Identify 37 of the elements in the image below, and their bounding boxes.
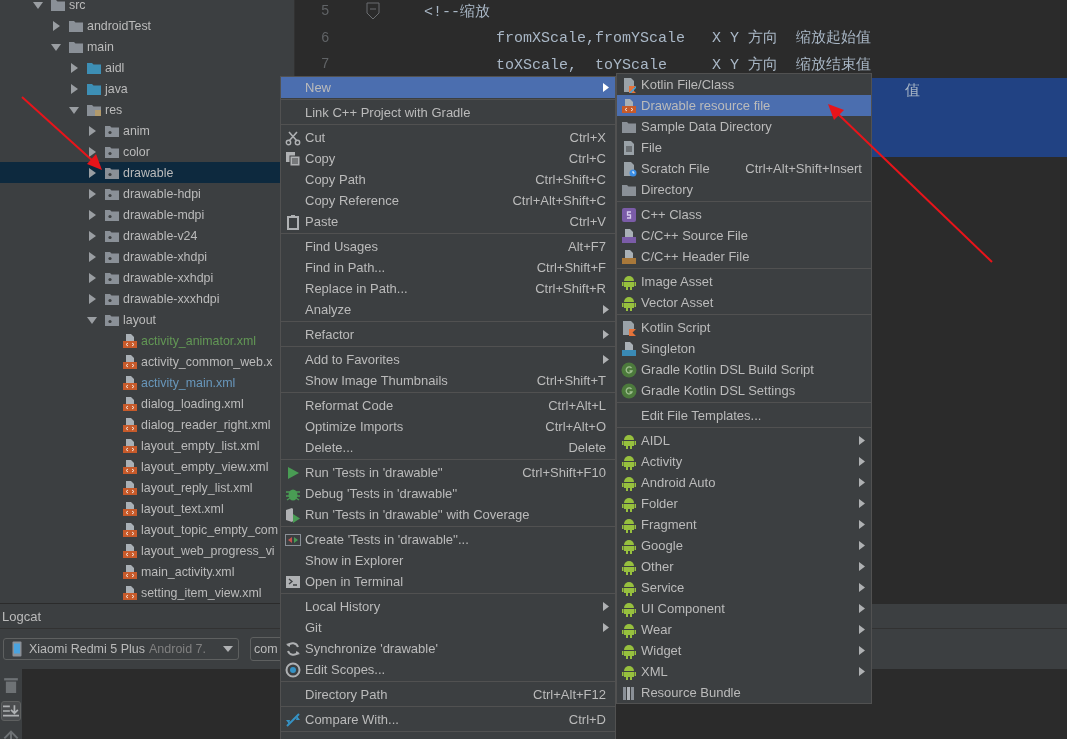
panel-title: Logcat xyxy=(2,608,42,624)
shortcut-label: Ctrl+Shift+R xyxy=(535,281,606,296)
line-number: 5 xyxy=(321,3,331,20)
shortcut-label: Ctrl+Shift+F xyxy=(536,260,606,275)
file-name: layout_empty_list.xml xyxy=(141,438,260,453)
file-name: activity_common_web.x xyxy=(141,354,273,369)
shortcut-label: Ctrl+Shift+C xyxy=(535,172,606,187)
shortcut-label: Ctrl+Alt+L xyxy=(548,398,606,413)
file-name: dialog_loading.xml xyxy=(141,396,244,411)
line-number: 7 xyxy=(321,56,331,73)
shortcut-label: Ctrl+Alt+Shift+C xyxy=(512,193,606,208)
code-line: toXScale, toYScale X Y 方向 缩放结束值 xyxy=(495,55,872,74)
shortcut-label: Ctrl+Alt+F12 xyxy=(533,687,606,702)
file-name: setting_item_view.xml xyxy=(141,585,262,600)
shortcut-label: Ctrl+X xyxy=(569,130,606,145)
shortcut-label: Ctrl+Alt+O xyxy=(545,419,606,434)
code-line: 值 xyxy=(904,82,920,101)
file-name: activity_animator.xml xyxy=(141,333,256,348)
code-line: fromXScale,fromYScale X Y 方向 缩放起始值 xyxy=(495,28,872,48)
file-name: main_activity.xml xyxy=(141,564,235,579)
shortcut-label: Ctrl+Alt+Shift+Insert xyxy=(745,161,862,176)
file-name: layout_topic_empty_com xyxy=(141,522,279,537)
file-name: activity_main.xml xyxy=(141,375,236,390)
shortcut-label: Delete xyxy=(568,440,606,455)
line-number: 6 xyxy=(321,29,331,46)
file-name: layout_web_progress_vi xyxy=(141,543,275,558)
file-name: dialog_reader_right.xml xyxy=(141,417,271,432)
file-name: layout_text.xml xyxy=(141,501,224,516)
shortcut-label: Ctrl+C xyxy=(568,151,606,166)
file-name: layout_empty_view.xml xyxy=(141,459,269,474)
code-line: <!--缩放 xyxy=(423,2,490,21)
shortcut-label: Alt+F7 xyxy=(568,239,606,254)
file-name: layout_reply_list.xml xyxy=(141,480,253,495)
shortcut-label: Ctrl+Shift+T xyxy=(536,373,606,388)
shortcut-label: Ctrl+V xyxy=(569,214,606,229)
shortcut-label: Ctrl+D xyxy=(568,712,606,727)
shortcut-label: Ctrl+Shift+F10 xyxy=(522,465,606,480)
